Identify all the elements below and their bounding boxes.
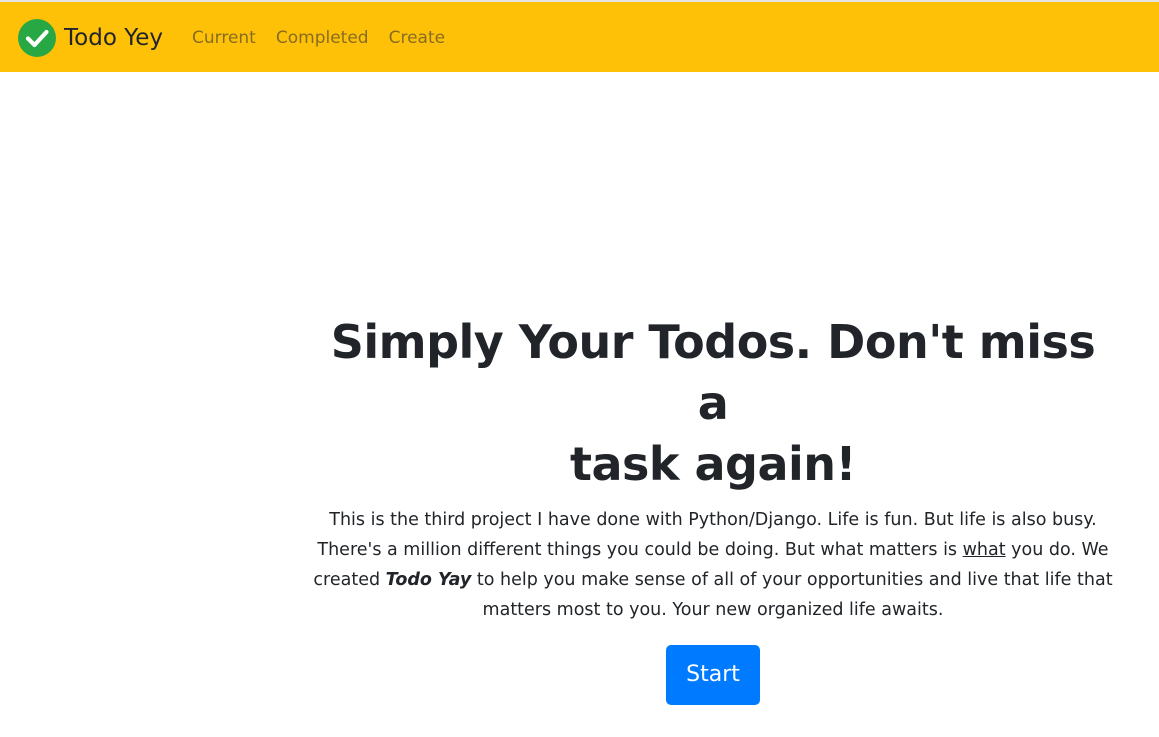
start-button[interactable]: Start: [666, 645, 760, 705]
nav-link-create[interactable]: Create: [389, 28, 446, 48]
nav-link-completed[interactable]: Completed: [276, 28, 369, 48]
hero-text-part-3: to help you make sense of all of your op…: [471, 570, 1113, 620]
brand-name: Todo Yey: [64, 25, 163, 51]
nav-link-current[interactable]: Current: [192, 28, 256, 48]
nav-links: Current Completed Create: [192, 2, 465, 74]
hero-title-line-2: task again!: [569, 437, 857, 491]
check-circle-icon: [18, 19, 56, 57]
hero-text-app-name: Todo Yay: [385, 570, 472, 590]
hero-title-line-1: Simply Your Todos. Don't miss a: [330, 315, 1096, 430]
hero-description: This is the third project I have done wi…: [308, 505, 1118, 625]
hero-section: Simply Your Todos. Don't miss a task aga…: [308, 312, 1118, 705]
navbar: Todo Yey Current Completed Create: [0, 0, 1159, 72]
brand-link[interactable]: Todo Yey: [18, 16, 163, 60]
hero-text-underlined: what: [962, 540, 1006, 560]
hero-title: Simply Your Todos. Don't miss a task aga…: [308, 312, 1118, 495]
